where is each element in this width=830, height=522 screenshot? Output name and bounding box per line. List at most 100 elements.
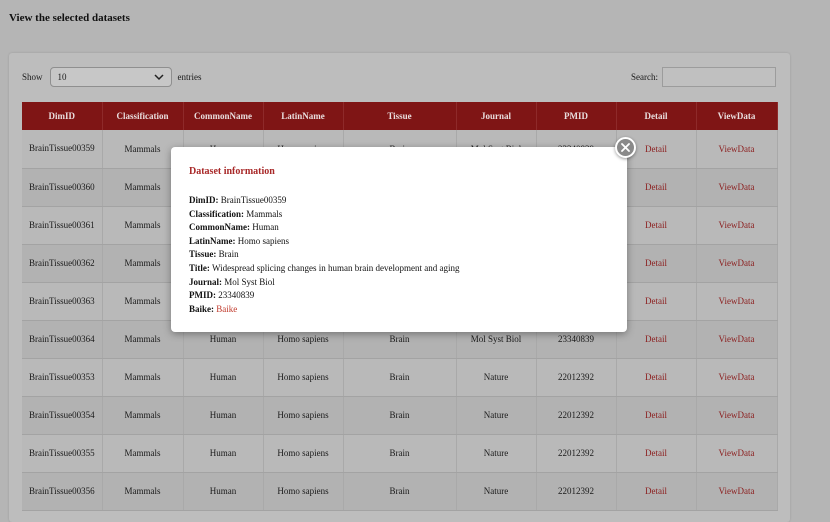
- viewdata-cell: ViewData: [696, 206, 778, 245]
- header-latinname[interactable]: LatinName: [263, 102, 344, 130]
- cell-pmid: 22012392: [536, 358, 617, 397]
- entries-select[interactable]: 10: [49, 67, 172, 87]
- dataset-info-modal: Dataset information DimID: BrainTissue00…: [171, 147, 627, 332]
- field-label: Title:: [189, 262, 210, 273]
- viewdata-link[interactable]: ViewData: [719, 296, 755, 306]
- viewdata-cell: ViewData: [696, 358, 778, 397]
- cell-classification: Mammals: [102, 472, 184, 511]
- header-classification[interactable]: Classification: [102, 102, 184, 130]
- cell-tissue: Brain: [389, 372, 410, 382]
- viewdata-link[interactable]: ViewData: [719, 448, 755, 458]
- entries-control: Show 10 entries: [22, 67, 202, 87]
- viewdata-cell: ViewData: [696, 168, 778, 207]
- table-row: BrainTissue00356 Mammals Human Homo sapiens…: [22, 472, 778, 511]
- table-row: BrainTissue00353 Mammals Human Homo sapiens…: [22, 358, 778, 397]
- search-control: Search:: [631, 67, 776, 87]
- detail-cell: Detail: [616, 168, 697, 207]
- cell-pmid: 22012392: [536, 434, 617, 473]
- cell-dimid: BrainTissue00364: [29, 333, 95, 344]
- detail-link[interactable]: Detail: [645, 448, 667, 458]
- cell-journal: Nature: [483, 448, 509, 458]
- close-icon: [621, 143, 630, 152]
- detail-link[interactable]: Detail: [645, 220, 667, 230]
- cell-classification: Mammals: [124, 296, 161, 306]
- cell-journal: Nature: [456, 358, 537, 397]
- cell-dimid: BrainTissue00356: [22, 472, 103, 511]
- cell-latinname: Homo sapiens: [277, 372, 329, 382]
- modal-close-button[interactable]: [615, 137, 636, 158]
- header-detail[interactable]: Detail: [616, 102, 697, 130]
- field-value: Brain: [218, 249, 239, 260]
- modal-field: PMID: 23340839: [189, 289, 609, 303]
- detail-link[interactable]: Detail: [645, 486, 667, 496]
- field-value: Human: [252, 222, 279, 233]
- header-journal[interactable]: Journal: [456, 102, 537, 130]
- header-viewdata[interactable]: ViewData: [696, 102, 778, 130]
- viewdata-link[interactable]: ViewData: [719, 410, 755, 420]
- detail-link[interactable]: Detail: [645, 372, 667, 382]
- detail-link[interactable]: Detail: [645, 334, 667, 344]
- cell-classification: Mammals: [102, 358, 184, 397]
- search-input[interactable]: [662, 67, 776, 87]
- cell-latinname: Homo sapiens: [263, 358, 344, 397]
- page-title: View the selected datasets: [9, 12, 130, 24]
- cell-dimid: BrainTissue00356: [29, 485, 95, 496]
- cell-commonname: Human: [209, 410, 237, 420]
- cell-commonname: Human: [209, 486, 237, 496]
- detail-cell: Detail: [616, 206, 697, 245]
- cell-dimid: BrainTissue00354: [22, 396, 103, 435]
- cell-dimid: BrainTissue00360: [22, 168, 103, 207]
- detail-cell: Detail: [616, 396, 697, 435]
- header-pmid[interactable]: PMID: [536, 102, 617, 130]
- modal-title: Dataset information: [189, 166, 275, 177]
- field-value: BrainTissue00359: [220, 195, 287, 205]
- viewdata-link[interactable]: ViewData: [719, 258, 755, 268]
- viewdata-cell: ViewData: [696, 320, 778, 359]
- cell-latinname: Homo sapiens: [277, 486, 329, 496]
- viewdata-cell: ViewData: [696, 434, 778, 473]
- cell-classification: Mammals: [102, 396, 184, 435]
- cell-commonname: Human: [183, 358, 264, 397]
- viewdata-cell: ViewData: [696, 282, 778, 321]
- cell-latinname: Homo sapiens: [263, 396, 344, 435]
- table-row: BrainTissue00355 Mammals Human Homo sapiens…: [22, 434, 778, 473]
- cell-classification: Mammals: [124, 143, 161, 154]
- detail-link[interactable]: Detail: [645, 296, 667, 306]
- detail-cell: Detail: [616, 320, 697, 359]
- cell-pmid: 22012392: [536, 396, 617, 435]
- viewdata-link[interactable]: ViewData: [719, 334, 755, 344]
- header-tissue[interactable]: Tissue: [343, 102, 457, 130]
- detail-link[interactable]: Detail: [645, 258, 667, 268]
- viewdata-cell: ViewData: [696, 130, 778, 169]
- baike-link[interactable]: Baike: [216, 304, 237, 314]
- viewdata-link[interactable]: ViewData: [719, 486, 755, 496]
- cell-classification: Mammals: [124, 372, 161, 382]
- viewdata-link[interactable]: ViewData: [719, 372, 755, 382]
- modal-field: Tissue: Brain: [189, 248, 609, 262]
- cell-dimid: BrainTissue00361: [29, 219, 95, 230]
- cell-journal: Nature: [483, 372, 509, 382]
- viewdata-link[interactable]: ViewData: [719, 220, 755, 230]
- cell-journal: Nature: [456, 434, 537, 473]
- cell-classification: Mammals: [124, 220, 161, 230]
- detail-cell: Detail: [616, 472, 697, 511]
- viewdata-link[interactable]: ViewData: [719, 144, 755, 154]
- cell-commonname: Human: [183, 396, 264, 435]
- header-dimid[interactable]: DimID: [22, 102, 103, 130]
- cell-journal: Nature: [483, 486, 509, 496]
- cell-journal: Nature: [456, 472, 537, 511]
- cell-dimid: BrainTissue00353: [29, 371, 95, 382]
- show-label: Show: [22, 72, 43, 82]
- detail-link[interactable]: Detail: [645, 144, 667, 154]
- detail-link[interactable]: Detail: [645, 182, 667, 192]
- cell-commonname: Human: [183, 472, 264, 511]
- cell-pmid: 23340839: [558, 334, 594, 344]
- search-label: Search:: [631, 72, 658, 82]
- detail-link[interactable]: Detail: [645, 410, 667, 420]
- cell-journal: Mol Syst Biol: [470, 334, 522, 344]
- header-commonname[interactable]: CommonName: [183, 102, 264, 130]
- viewdata-link[interactable]: ViewData: [719, 182, 755, 192]
- cell-classification: Mammals: [124, 182, 161, 192]
- detail-cell: Detail: [616, 358, 697, 397]
- cell-dimid: BrainTissue00355: [29, 447, 95, 458]
